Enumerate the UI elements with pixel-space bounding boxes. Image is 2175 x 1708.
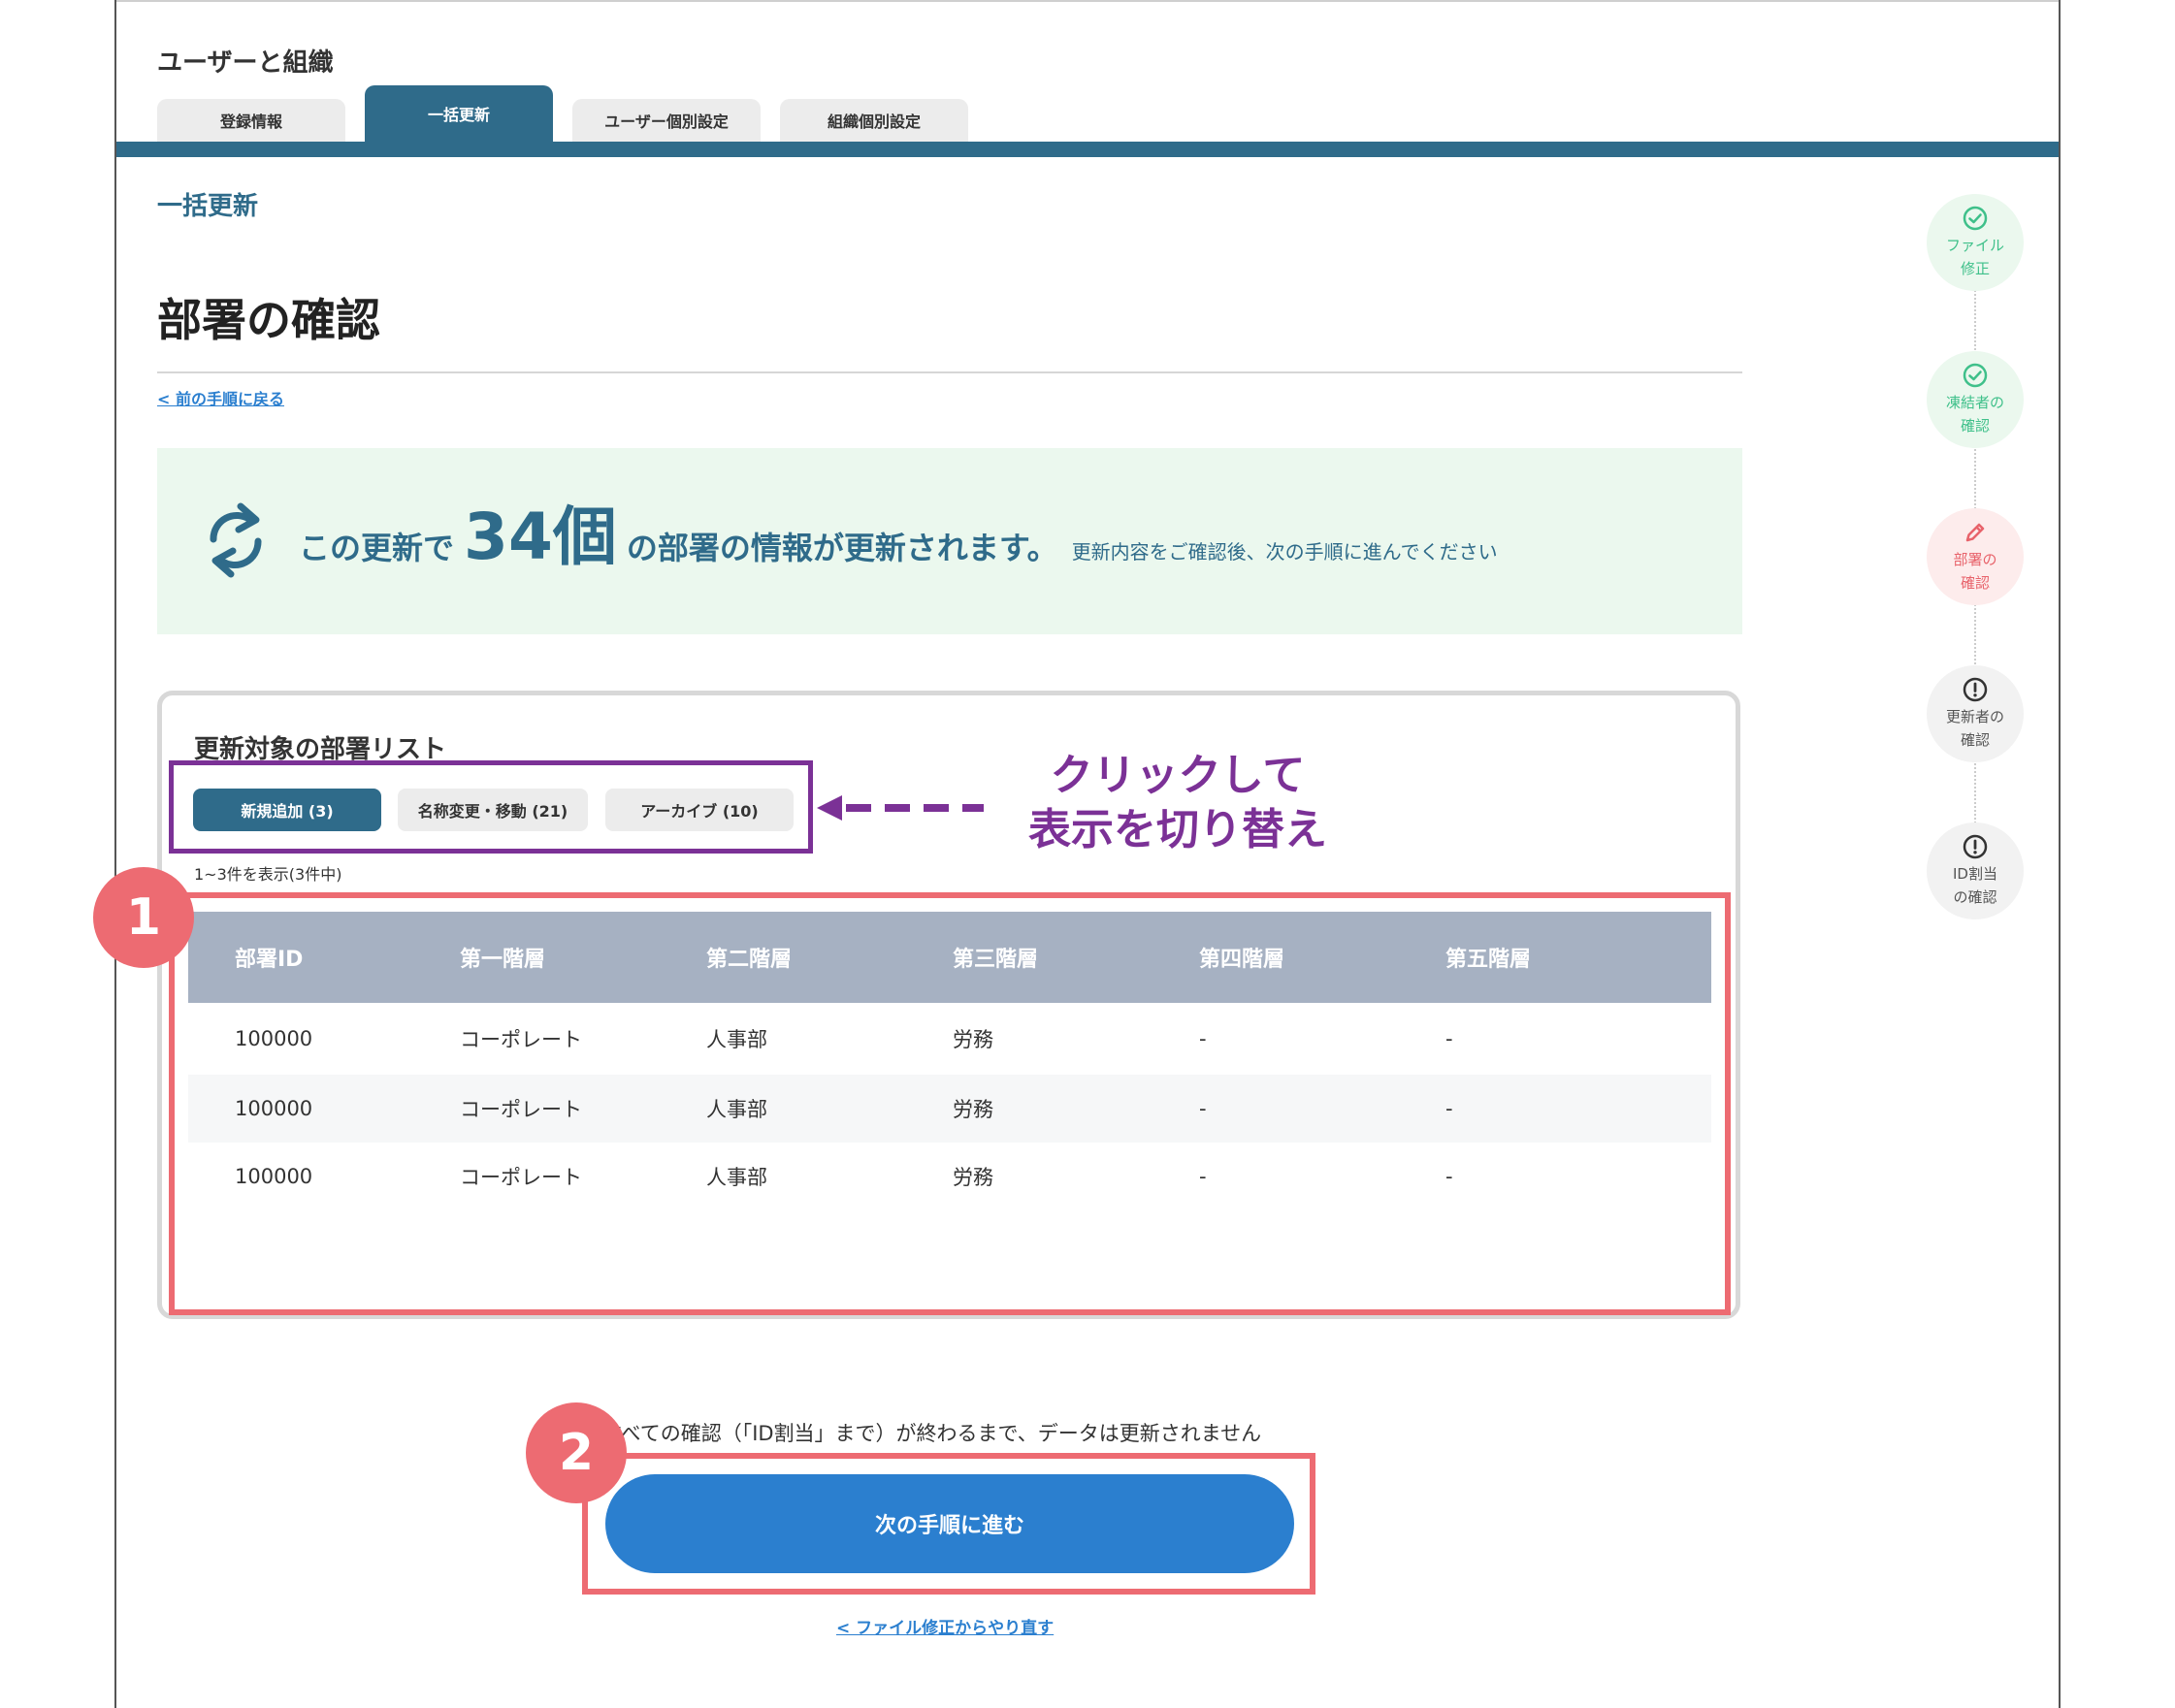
filter-new-button[interactable]: 新規追加 (3) <box>193 789 381 831</box>
frame-top-edge <box>116 0 2059 2</box>
table-row: 100000 コーポレート 人事部 労務 - - <box>188 1005 1711 1073</box>
step-label: 修正 <box>1960 260 1990 277</box>
table-cell: コーポレート <box>460 1166 582 1189</box>
table-cell: 人事部 <box>706 1098 767 1121</box>
table-row: 100000 コーポレート 人事部 労務 - - <box>188 1143 1711 1210</box>
check-circle-icon <box>1963 206 1988 231</box>
table-cell: - <box>1199 1165 1207 1188</box>
step-id-assign-check: ID割当 の確認 <box>1927 822 2024 919</box>
table-cell: - <box>1445 1027 1453 1050</box>
step-label: 確認 <box>1960 417 1990 435</box>
table-cell: 人事部 <box>706 1166 767 1189</box>
summary-prefix: この更新で <box>299 530 455 566</box>
table-cell: コーポレート <box>460 1098 582 1121</box>
update-summary-banner: この更新で 34個 の部署の情報が更新されます。 更新内容をご確認後、次の手順に… <box>157 448 1742 634</box>
step-department-check: 部署の 確認 <box>1927 508 2024 605</box>
step-updater-check: 更新者の 確認 <box>1927 665 2024 762</box>
filter-rename-label[interactable]: 名称変更・移動 (21) <box>398 789 588 831</box>
tab-bulk-update[interactable]: 一括更新 <box>365 85 553 142</box>
page-title: 部署の確認 <box>157 294 380 346</box>
table-cell: - <box>1445 1165 1453 1188</box>
table-cell: 100000 <box>235 1165 313 1188</box>
sync-icon <box>210 502 262 578</box>
exclamation-circle-icon <box>1963 677 1988 702</box>
section-label: 一括更新 <box>157 192 259 221</box>
table-cell: 100000 <box>235 1027 313 1050</box>
table-cell: - <box>1199 1027 1207 1050</box>
tab-underline <box>116 142 2059 157</box>
step-label: 部署の <box>1953 551 1997 568</box>
back-link[interactable]: < 前の手順に戻る <box>157 386 284 409</box>
step-freezer-check: 凍結者の 確認 <box>1927 351 2024 448</box>
table-cell: - <box>1445 1097 1453 1120</box>
step-label: 凍結者の <box>1945 394 2004 411</box>
table-cell: コーポレート <box>460 1028 582 1051</box>
redo-from-file-link[interactable]: < ファイル修正からやり直す <box>836 1614 1054 1638</box>
title-divider <box>157 371 1742 373</box>
step-file-fix: ファイル 修正 <box>1927 194 2024 291</box>
annotation-badge-1: 1 <box>93 867 194 968</box>
pencil-icon <box>1965 523 1985 542</box>
column-header: 第四階層 <box>1199 948 1285 972</box>
annotation-line1: クリックして <box>1050 751 1306 800</box>
table-cell: - <box>1199 1097 1207 1120</box>
check-circle-icon <box>1963 363 1988 388</box>
result-count: 1~3件を表示(3件中) <box>194 865 342 884</box>
summary-suffix: の部署の情報が更新されます。 <box>626 530 1058 566</box>
filter-archive-label[interactable]: アーカイブ (10) <box>605 789 794 831</box>
table-cell: 労務 <box>953 1028 993 1051</box>
app-title: ユーザーと組織 <box>157 48 334 78</box>
update-summary-message: この更新で 34個 の部署の情報が更新されます。 更新内容をご確認後、次の手順に… <box>299 485 1498 578</box>
annotation-line2: 表示を切り替え <box>1028 805 1327 854</box>
exclamation-circle-icon <box>1963 834 1988 859</box>
column-header: 第五階層 <box>1445 948 1532 972</box>
step-label: ファイル <box>1945 237 2004 254</box>
tab-org-settings[interactable]: 組織個別設定 <box>780 99 968 142</box>
summary-count: 34個 <box>464 500 617 574</box>
tab-registration[interactable]: 登録情報 <box>157 99 345 142</box>
step-label: 確認 <box>1960 574 1990 592</box>
column-header: 第三階層 <box>953 948 1039 972</box>
table-row: 100000 コーポレート 人事部 労務 - - <box>188 1075 1711 1143</box>
step-label: の確認 <box>1953 888 1997 906</box>
annotation-badge-2: 2 <box>526 1402 627 1503</box>
table-cell: 労務 <box>953 1166 993 1189</box>
table-cell: 労務 <box>953 1098 993 1121</box>
table-cell: 100000 <box>235 1097 313 1120</box>
table-header: 部署ID 第一階層 第二階層 第三階層 第四階層 第五階層 <box>188 912 1711 1003</box>
annotation-text: クリックして 表示を切り替え <box>1028 749 1327 857</box>
update-notice: すべての確認（「ID割当」まで）が終わるまで、データは更新されません <box>601 1422 1262 1445</box>
table-cell: 人事部 <box>706 1028 767 1051</box>
column-header: 第二階層 <box>706 948 793 972</box>
next-step-button[interactable]: 次の手順に進む <box>605 1474 1294 1573</box>
step-label: 更新者の <box>1945 708 2004 725</box>
arrow-left-icon <box>817 795 984 821</box>
summary-sub: 更新内容をご確認後、次の手順に進んでください <box>1071 540 1498 564</box>
tab-user-settings[interactable]: ユーザー個別設定 <box>572 99 761 142</box>
column-header: 第一階層 <box>460 948 546 972</box>
column-header: 部署ID <box>235 948 304 972</box>
step-label: ID割当 <box>1953 865 1997 883</box>
step-label: 確認 <box>1960 731 1990 749</box>
